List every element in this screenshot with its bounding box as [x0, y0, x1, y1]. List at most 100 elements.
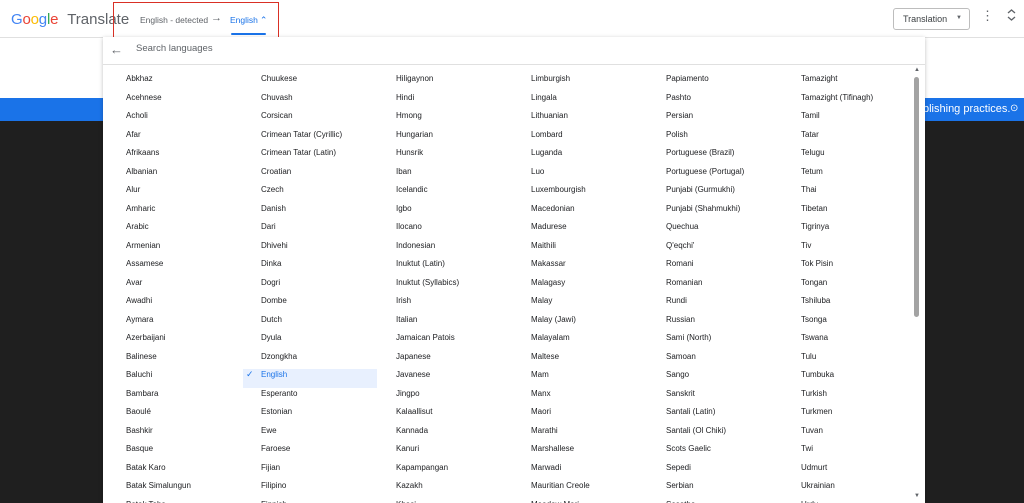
- language-option[interactable]: Javanese: [396, 369, 459, 388]
- language-option[interactable]: Inuktut (Syllabics): [396, 277, 459, 296]
- more-options-icon[interactable]: ⋮: [981, 9, 994, 22]
- language-option[interactable]: Abkhaz: [126, 73, 191, 92]
- language-option[interactable]: Macedonian: [531, 203, 590, 222]
- language-option[interactable]: Twi: [801, 443, 873, 462]
- language-option[interactable]: Tshiluba: [801, 295, 873, 314]
- language-option[interactable]: Bambara: [126, 388, 191, 407]
- language-option[interactable]: Tsonga: [801, 314, 873, 333]
- language-option[interactable]: Scots Gaelic: [666, 443, 744, 462]
- language-option[interactable]: Sepedi: [666, 462, 744, 481]
- language-option[interactable]: Tamil: [801, 110, 873, 129]
- language-option[interactable]: Tamazight: [801, 73, 873, 92]
- language-option[interactable]: Czech: [261, 184, 377, 203]
- language-option-selected[interactable]: ✓ English: [243, 369, 377, 388]
- language-option[interactable]: Esperanto: [261, 388, 377, 407]
- language-option[interactable]: Amharic: [126, 203, 191, 222]
- language-option[interactable]: Batak Karo: [126, 462, 191, 481]
- language-option[interactable]: Assamese: [126, 258, 191, 277]
- language-option[interactable]: Marwadi: [531, 462, 590, 481]
- language-option[interactable]: Dyula: [261, 332, 377, 351]
- language-option[interactable]: Portuguese (Brazil): [666, 147, 744, 166]
- language-option[interactable]: Afrikaans: [126, 147, 191, 166]
- language-option[interactable]: Kanuri: [396, 443, 459, 462]
- language-option[interactable]: Madurese: [531, 221, 590, 240]
- language-option[interactable]: Tok Pisin: [801, 258, 873, 277]
- scroll-down-icon[interactable]: ▼: [914, 493, 920, 499]
- language-option[interactable]: Tetum: [801, 166, 873, 185]
- language-option[interactable]: Hungarian: [396, 129, 459, 148]
- language-option[interactable]: Maori: [531, 406, 590, 425]
- language-option[interactable]: Crimean Tatar (Latin): [261, 147, 377, 166]
- language-option[interactable]: Papiamento: [666, 73, 744, 92]
- language-option[interactable]: Tigrinya: [801, 221, 873, 240]
- language-option[interactable]: Thai: [801, 184, 873, 203]
- language-option[interactable]: Fijian: [261, 462, 377, 481]
- language-option[interactable]: Dzongkha: [261, 351, 377, 370]
- language-option[interactable]: Faroese: [261, 443, 377, 462]
- language-option[interactable]: Kalaallisut: [396, 406, 459, 425]
- language-option[interactable]: Punjabi (Gurmukhi): [666, 184, 744, 203]
- language-option[interactable]: Q'eqchi': [666, 240, 744, 259]
- language-option[interactable]: Armenian: [126, 240, 191, 259]
- language-option[interactable]: Portuguese (Portugal): [666, 166, 744, 185]
- language-option[interactable]: Tibetan: [801, 203, 873, 222]
- target-language-button[interactable]: English ⌃: [230, 15, 267, 26]
- google-translate-logo[interactable]: Google Translate: [11, 11, 129, 28]
- scroll-up-icon[interactable]: ▲: [914, 67, 920, 73]
- language-option[interactable]: Sesotho: [666, 499, 744, 503]
- language-option[interactable]: Kannada: [396, 425, 459, 444]
- language-option[interactable]: Dogri: [261, 277, 377, 296]
- language-option[interactable]: Hindi: [396, 92, 459, 111]
- language-option[interactable]: Malagasy: [531, 277, 590, 296]
- scrollbar[interactable]: ▲ ▼: [912, 67, 922, 503]
- language-option[interactable]: Alur: [126, 184, 191, 203]
- language-option[interactable]: Santali (Ol Chiki): [666, 425, 744, 444]
- language-option[interactable]: Meadow Mari: [531, 499, 590, 503]
- language-option[interactable]: Azerbaijani: [126, 332, 191, 351]
- language-option[interactable]: Crimean Tatar (Cyrillic): [261, 129, 377, 148]
- language-option[interactable]: Chuukese: [261, 73, 377, 92]
- source-language-button[interactable]: English - detected: [140, 15, 208, 25]
- language-option[interactable]: Romanian: [666, 277, 744, 296]
- language-option[interactable]: Pashto: [666, 92, 744, 111]
- language-option[interactable]: Chuvash: [261, 92, 377, 111]
- scrollbar-thumb[interactable]: [914, 77, 919, 317]
- language-option[interactable]: Kazakh: [396, 480, 459, 499]
- language-option[interactable]: Russian: [666, 314, 744, 333]
- language-option[interactable]: Bashkir: [126, 425, 191, 444]
- language-option[interactable]: Persian: [666, 110, 744, 129]
- language-option[interactable]: Makassar: [531, 258, 590, 277]
- language-option[interactable]: Hunsrik: [396, 147, 459, 166]
- language-option[interactable]: Dombe: [261, 295, 377, 314]
- language-option[interactable]: Batak Simalungun: [126, 480, 191, 499]
- language-option[interactable]: Tulu: [801, 351, 873, 370]
- language-option[interactable]: Italian: [396, 314, 459, 333]
- language-option[interactable]: Hiligaynon: [396, 73, 459, 92]
- language-option[interactable]: Lithuanian: [531, 110, 590, 129]
- language-option[interactable]: Corsican: [261, 110, 377, 129]
- language-option[interactable]: Arabic: [126, 221, 191, 240]
- language-option[interactable]: Maithili: [531, 240, 590, 259]
- language-option[interactable]: Acehnese: [126, 92, 191, 111]
- language-option[interactable]: Albanian: [126, 166, 191, 185]
- language-option[interactable]: Tongan: [801, 277, 873, 296]
- language-option[interactable]: Croatian: [261, 166, 377, 185]
- language-option[interactable]: Mauritian Creole: [531, 480, 590, 499]
- language-option[interactable]: Udmurt: [801, 462, 873, 481]
- language-option[interactable]: Tiv: [801, 240, 873, 259]
- language-option[interactable]: Dari: [261, 221, 377, 240]
- language-option[interactable]: Quechua: [666, 221, 744, 240]
- language-option[interactable]: Baoulé: [126, 406, 191, 425]
- language-option[interactable]: Baluchi: [126, 369, 191, 388]
- swap-arrow-icon[interactable]: →: [211, 12, 222, 24]
- language-option[interactable]: Batak Toba: [126, 499, 191, 503]
- language-option[interactable]: Marshallese: [531, 443, 590, 462]
- language-option[interactable]: Ewe: [261, 425, 377, 444]
- banner-info-icon[interactable]: ⊙: [1010, 103, 1018, 114]
- language-option[interactable]: Hmong: [396, 110, 459, 129]
- language-option[interactable]: Igbo: [396, 203, 459, 222]
- language-option[interactable]: Afar: [126, 129, 191, 148]
- language-option[interactable]: Polish: [666, 129, 744, 148]
- search-languages-input[interactable]: [136, 43, 836, 54]
- language-option[interactable]: Tamazight (Tifinagh): [801, 92, 873, 111]
